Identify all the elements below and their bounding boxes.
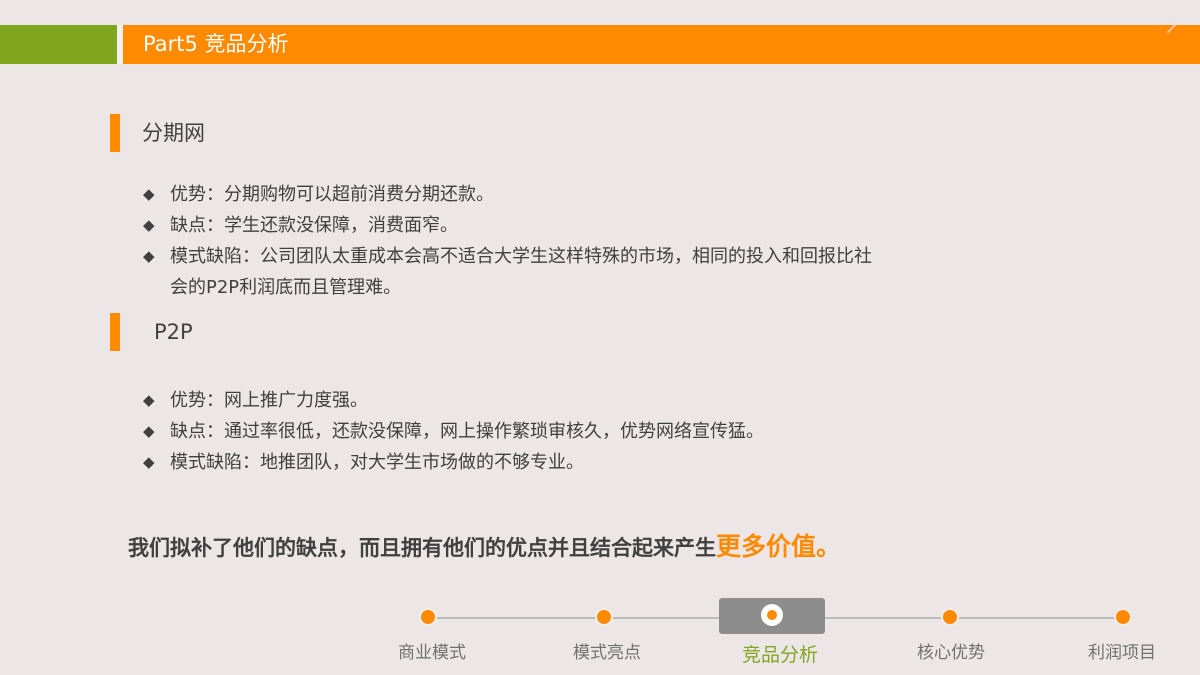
nav-item-core-advantages[interactable]: 核心优势: [891, 638, 1011, 663]
bottom-nav: 商业模式 模式亮点 竞品分析 核心优势 利润项目: [0, 597, 1200, 675]
nav-dot-icon[interactable]: [421, 610, 435, 624]
section-title: P2P: [154, 320, 193, 344]
conclusion-text: 我们拟补了他们的缺点，而且拥有他们的优点并且结合起来产生更多价值。: [128, 532, 842, 561]
point-item: ◆ 模式缺陷：地推团队，对大学生市场做的不够专业。: [143, 447, 903, 478]
diamond-bullet-icon: ◆: [143, 216, 155, 234]
diamond-bullet-icon: ◆: [143, 422, 155, 440]
diamond-bullet-icon: ◆: [143, 391, 155, 409]
part-title: Part5 竞品分析: [143, 32, 289, 56]
diamond-bullet-icon: ◆: [143, 185, 155, 203]
point-item: ◆ 优势：分期购物可以超前消费分期还款。: [143, 179, 903, 210]
point-item: ◆ 缺点：通过率很低，还款没保障，网上操作繁琐审核久，优势网络宣传猛。: [143, 416, 903, 447]
point-item: ◆ 优势：网上推广力度强。: [143, 385, 903, 416]
diamond-bullet-icon: ◆: [143, 453, 155, 471]
nav-line: [428, 617, 719, 619]
point-item: ◆ 缺点：学生还款没保障，消费面窄。: [143, 210, 903, 241]
section-2-points: ◆ 优势：网上推广力度强。 ◆ 缺点：通过率很低，还款没保障，网上操作繁琐审核久，优…: [143, 385, 903, 478]
section-accent-bar: [110, 114, 120, 152]
section-accent-bar: [110, 313, 120, 351]
header-orange-bar: Part5 竞品分析: [123, 16, 1200, 64]
nav-active-dot-icon[interactable]: [761, 604, 783, 626]
nav-item-profit-projects[interactable]: 利润项目: [1062, 638, 1182, 663]
nav-dot-icon[interactable]: [1116, 610, 1130, 624]
corner-arrow-icon: [1159, 16, 1177, 34]
diamond-bullet-icon: ◆: [143, 247, 155, 265]
nav-item-business-model[interactable]: 商业模式: [372, 638, 492, 663]
nav-dot-icon[interactable]: [597, 610, 611, 624]
nav-line: [825, 617, 1123, 619]
section-title: 分期网: [142, 121, 205, 145]
section-1-points: ◆ 优势：分期购物可以超前消费分期还款。 ◆ 缺点：学生还款没保障，消费面窄。 ◆ 模…: [143, 179, 903, 303]
header-bar: Part5 竞品分析: [0, 16, 1200, 64]
nav-item-model-highlights[interactable]: 模式亮点: [547, 638, 667, 663]
conclusion-highlight: 更多价值。: [716, 532, 842, 561]
nav-dot-icon[interactable]: [943, 610, 957, 624]
point-item: ◆ 模式缺陷：公司团队太重成本会高不适合大学生这样特殊的市场，相同的投入和回报比社…: [143, 241, 880, 303]
nav-item-competitor-analysis[interactable]: 竞品分析: [720, 640, 840, 667]
header-green-block: [0, 25, 117, 64]
